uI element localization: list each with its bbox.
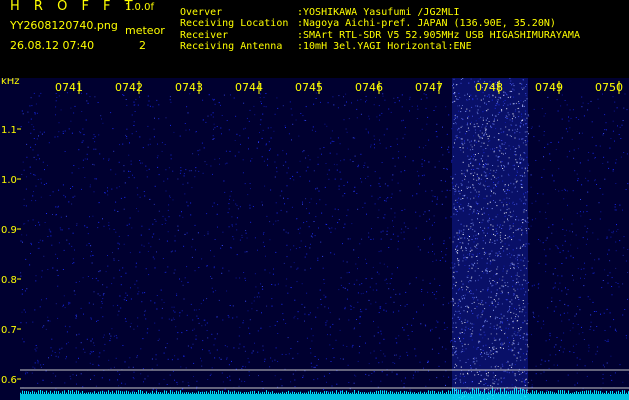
meteor-count-label: meteor (125, 24, 165, 37)
freq-label: 0.6 (1, 375, 17, 386)
baseline-trace (20, 387, 629, 400)
spectrogram-canvas: 0741 0742 0743 0744 0745 0746 0747 0748 0749 0750… (1, 78, 629, 400)
freq-label: 0.8 (1, 275, 17, 286)
reference-lines (20, 369, 629, 389)
capture-datetime: 26.08.12 07:40 (10, 39, 95, 52)
freq-label: 1.0 (1, 175, 17, 186)
antenna-label: Receiving Antenna (180, 41, 283, 52)
app-brand: H R O F F T (10, 0, 138, 14)
freq-label: 0.9 (1, 225, 17, 236)
receiver-label: Receiver (180, 30, 229, 41)
noise-layer (20, 92, 629, 393)
location-value: :Nagoya Aichi-pref. JAPAN (136.90E, 35.2… (297, 18, 556, 29)
app-version: 1.0.0f (125, 2, 154, 13)
freq-label: 1.1 (1, 125, 17, 136)
receiver-value: :SMArt RTL-SDR V5 52.905MHz USB HIGASHIM… (297, 30, 580, 41)
file-name: YY2608120740.png (10, 19, 118, 32)
meteor-count-value: 2 (139, 39, 146, 52)
unit-label: kHz (1, 78, 20, 87)
location-label: Receiving Location (180, 18, 289, 29)
meteor-burst (452, 78, 529, 400)
time-axis: 0741 0742 0743 0744 0745 0746 0747 0748 0749 0750 (55, 81, 623, 94)
antenna-value: :10mH 3el.YAGI Horizontal:ENE (297, 41, 472, 52)
observer-value: :YOSHIKAWA Yasufumi /JG2MLI (297, 7, 460, 18)
spectrogram-panel: 0741 0742 0743 0744 0745 0746 0747 0748 0749 0750… (0, 78, 629, 400)
freq-label: 0.7 (1, 325, 17, 336)
observer-label: Overver (180, 7, 223, 18)
header-panel: H R O F F T 1.0.0f YY2608120740.png 26.0… (0, 0, 629, 78)
frequency-axis: 1.1 1.0 0.9 0.8 0.7 0.6 (1, 125, 21, 386)
